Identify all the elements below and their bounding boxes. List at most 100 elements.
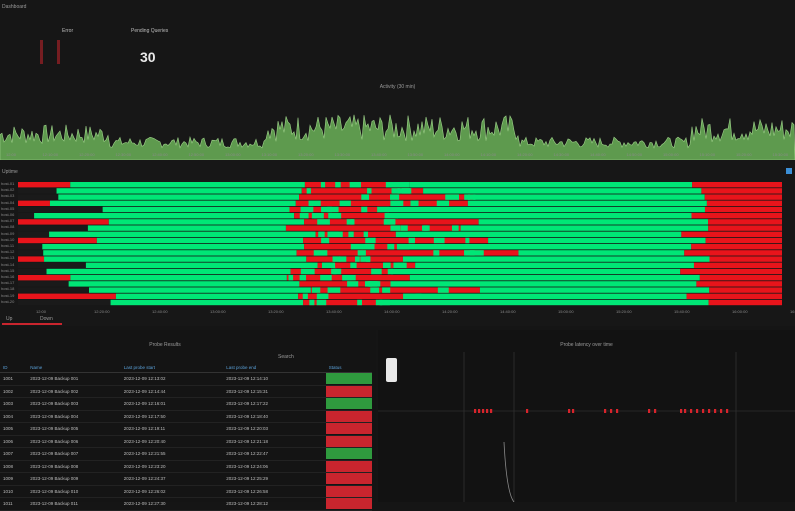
timeline-segment bbox=[18, 219, 109, 225]
table-row[interactable]: 1011 2023-12-09 Backup 011 2023-12-09 12:2… bbox=[0, 497, 372, 511]
timeline-blip bbox=[390, 194, 400, 200]
status-badge bbox=[325, 498, 372, 510]
latency-point bbox=[708, 409, 711, 413]
table-row[interactable]: 1003 2023-12-09 Backup 003 2023-12-09 12:1… bbox=[0, 397, 372, 411]
timeline-x-tick: 16:20:00 bbox=[790, 309, 795, 314]
timeline-blip bbox=[370, 287, 380, 293]
table-row[interactable]: 1007 2023-12-09 Backup 007 2023-12-09 12:2… bbox=[0, 447, 372, 461]
timeline-blip bbox=[436, 200, 450, 206]
timeline-blip bbox=[327, 287, 341, 293]
table-row[interactable]: 1010 2023-12-09 Backup 010 2023-12-09 12:2… bbox=[0, 485, 372, 498]
col-status[interactable]: Status bbox=[325, 362, 372, 373]
traffic-x-tick: 14:30:00 bbox=[553, 152, 570, 157]
timeline-blip bbox=[320, 182, 326, 188]
latency-point bbox=[526, 409, 529, 413]
timeline-blip bbox=[288, 275, 294, 281]
latency-point bbox=[702, 409, 705, 413]
pending-queries-value: 30 bbox=[140, 49, 156, 65]
timeline-blip bbox=[313, 213, 324, 219]
timeline-segment bbox=[18, 256, 45, 262]
timeline-segment bbox=[18, 194, 59, 200]
latency-point bbox=[474, 409, 477, 413]
timeline-blip bbox=[397, 188, 412, 194]
table-row[interactable]: 1009 2023-12-09 Backup 009 2023-12-09 12:2… bbox=[0, 472, 372, 486]
timeline-segment bbox=[49, 200, 296, 206]
timeline-segment bbox=[18, 293, 116, 299]
cell-status bbox=[325, 372, 372, 386]
latency-point bbox=[610, 409, 613, 413]
timeline-blip bbox=[403, 293, 411, 299]
timeline-x-tick: 15:20:00 bbox=[616, 309, 632, 314]
col-name[interactable]: Name bbox=[27, 362, 121, 373]
traffic-panel: Activity (30 min) 12:00 12:10:00 12:20:00 1… bbox=[0, 80, 795, 166]
timeline-x-tick: 16:00:00 bbox=[732, 309, 748, 314]
timeline-blip bbox=[357, 299, 362, 306]
timeline-segment bbox=[306, 256, 403, 262]
status-badge bbox=[325, 410, 372, 422]
timeline-segment bbox=[87, 225, 286, 231]
table-row[interactable]: 1002 2023-12-09 Backup 002 2023-12-09 12:1… bbox=[0, 385, 372, 398]
timeline-segment bbox=[684, 250, 782, 256]
timeline-blip bbox=[348, 231, 354, 237]
status-badge bbox=[325, 473, 372, 485]
cell-status bbox=[325, 447, 372, 461]
cell-id: 1003 bbox=[0, 397, 28, 411]
timeline-segment bbox=[298, 293, 416, 299]
timeline-blip bbox=[397, 244, 409, 250]
traffic-x-tick: 12:30:00 bbox=[115, 152, 132, 157]
timeline-segment bbox=[85, 262, 318, 268]
timeline-segment bbox=[18, 287, 90, 293]
timeline-segment bbox=[518, 250, 685, 256]
col-id[interactable]: ID bbox=[0, 362, 28, 373]
timeline-segment bbox=[396, 213, 692, 219]
timeline-x-tick: 12:20:00 bbox=[94, 309, 110, 314]
timeline-blip bbox=[320, 275, 332, 281]
timeline-segment bbox=[423, 188, 702, 194]
timeline-segment bbox=[692, 182, 782, 188]
table-search-label[interactable]: Search bbox=[278, 354, 294, 360]
timeline-segment bbox=[18, 206, 103, 213]
traffic-x-tick: 12:00 bbox=[6, 152, 17, 157]
error-stat-label: Error bbox=[62, 28, 74, 34]
table-row[interactable]: 1008 2023-12-09 Backup 008 2023-12-09 12:2… bbox=[0, 460, 372, 473]
latency-point bbox=[568, 409, 571, 413]
timeline-segment bbox=[18, 231, 50, 237]
timeline-segment bbox=[110, 299, 304, 306]
traffic-x-tick: 13:00:00 bbox=[225, 152, 241, 157]
traffic-x-tick: 13:20:00 bbox=[298, 152, 314, 157]
col-end[interactable]: Last probe end bbox=[223, 362, 326, 373]
status-badge bbox=[325, 385, 372, 397]
timeline-segment bbox=[18, 250, 44, 256]
cell-start: 2023-12-09 12:24:37 bbox=[120, 472, 224, 486]
table-row[interactable]: 1004 2023-12-09 Backup 004 2023-12-09 12:1… bbox=[0, 410, 372, 423]
timeline-blip bbox=[350, 262, 357, 268]
timeline-segment bbox=[380, 299, 709, 306]
pending-queries-label: Pending Queries bbox=[131, 28, 169, 34]
traffic-x-tick: 14:50:00 bbox=[626, 152, 643, 157]
timeline-segment bbox=[18, 182, 71, 188]
timeline-blip bbox=[321, 262, 336, 268]
col-start[interactable]: Last probe start bbox=[120, 362, 224, 373]
table-row[interactable]: 1006 2023-12-09 Backup 006 2023-12-09 12:2… bbox=[0, 435, 372, 448]
timeline-segment bbox=[108, 219, 305, 225]
timeline-blip bbox=[382, 262, 391, 268]
timeline-segment bbox=[407, 244, 692, 250]
traffic-x-tick: 13:10:00 bbox=[261, 152, 278, 157]
timeline-blip bbox=[299, 213, 309, 219]
timeline-blip bbox=[385, 182, 396, 188]
cell-name: 2023-12-09 Backup 010 bbox=[27, 485, 121, 498]
cell-end: 2023-12-09 12:25:29 bbox=[223, 472, 326, 486]
timeline-segment bbox=[478, 219, 709, 225]
table-row[interactable]: 1001 2023-12-09 Backup 001 2023-12-09 12:1… bbox=[0, 372, 372, 386]
timeline-blip bbox=[306, 188, 311, 194]
timeline-segment bbox=[467, 200, 707, 206]
cell-status bbox=[325, 485, 372, 498]
cell-id: 1010 bbox=[0, 485, 28, 498]
cell-start: 2023-12-09 12:14:44 bbox=[120, 385, 224, 398]
timeline-blip bbox=[316, 299, 327, 306]
timeline-blip bbox=[397, 262, 407, 268]
timeline-x-tick: 15:40:00 bbox=[674, 309, 690, 314]
cell-name: 2023-12-09 Backup 006 bbox=[27, 435, 121, 448]
table-row[interactable]: 1005 2023-12-09 Backup 005 2023-12-09 12:1… bbox=[0, 422, 372, 436]
timeline-segment bbox=[704, 206, 782, 213]
